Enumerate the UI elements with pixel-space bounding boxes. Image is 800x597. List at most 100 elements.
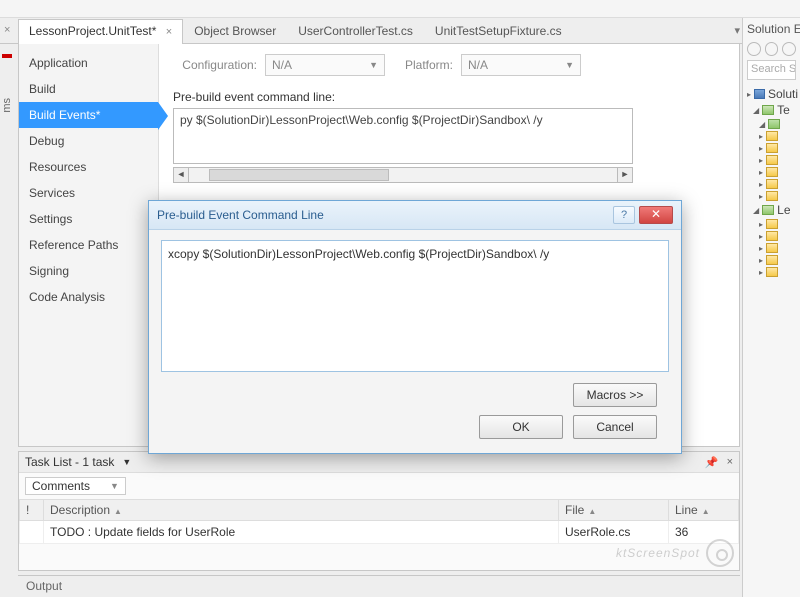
close-icon[interactable]: ×: [727, 456, 733, 468]
ok-button[interactable]: OK: [479, 415, 563, 439]
expand-icon[interactable]: ▸: [759, 232, 763, 241]
prebuild-label: Pre-build event command line:: [173, 90, 725, 104]
sidenav-reference-paths[interactable]: Reference Paths: [19, 232, 158, 258]
toolbar-nav-fwd-icon[interactable]: [765, 42, 779, 56]
solution-explorer-search[interactable]: Search Solu: [747, 60, 796, 80]
expand-icon[interactable]: ▸: [759, 132, 763, 141]
tree-node[interactable]: ◢: [745, 118, 798, 130]
output-panel-header[interactable]: Output: [18, 575, 740, 597]
expand-icon[interactable]: ◢: [759, 120, 765, 129]
configuration-label: Configuration:: [173, 58, 257, 72]
fold-icon: [766, 155, 778, 165]
sidenav-settings[interactable]: Settings: [19, 206, 158, 232]
tree-node[interactable]: ▸: [745, 166, 798, 178]
left-gutter: ms: [0, 44, 14, 447]
expand-icon[interactable]: ▸: [747, 90, 751, 99]
pin-icon[interactable]: 📌: [705, 456, 719, 469]
tree-node[interactable]: ▸: [745, 218, 798, 230]
scroll-track[interactable]: [189, 167, 617, 183]
tab-lessonproject-unittest[interactable]: LessonProject.UnitTest* ×: [18, 19, 183, 43]
tree-node[interactable]: ▸Soluti: [745, 86, 798, 102]
expand-icon[interactable]: ▸: [759, 220, 763, 229]
expand-icon[interactable]: ▸: [759, 192, 763, 201]
tree-node[interactable]: ◢Le: [745, 202, 798, 218]
sidenav-signing[interactable]: Signing: [19, 258, 158, 284]
expand-icon[interactable]: ▸: [759, 144, 763, 153]
toolbar-nav-back-icon[interactable]: [747, 42, 761, 56]
chevron-down-icon[interactable]: ▼: [122, 457, 131, 467]
tree-node[interactable]: ◢Te: [745, 102, 798, 118]
col-file[interactable]: File▲: [559, 500, 669, 521]
tab-object-browser[interactable]: Object Browser: [183, 19, 287, 43]
expand-icon[interactable]: ◢: [753, 206, 759, 215]
expand-icon[interactable]: ◢: [753, 106, 759, 115]
tab-label: UserControllerTest.cs: [298, 24, 413, 38]
close-left-icon[interactable]: ×: [4, 24, 10, 36]
dialog-button-row-2: OK Cancel: [161, 407, 669, 439]
proj-icon: [762, 205, 774, 215]
task-priority-cell: [20, 521, 44, 544]
tabs-overflow-icon[interactable]: ▾: [734, 24, 740, 37]
sidenav-debug[interactable]: Debug: [19, 128, 158, 154]
scroll-right-icon[interactable]: ►: [617, 167, 633, 183]
tree-node[interactable]: ▸: [745, 178, 798, 190]
tab-usercontrollertest[interactable]: UserControllerTest.cs: [287, 19, 424, 43]
col-priority[interactable]: !: [20, 500, 44, 521]
task-file-cell: UserRole.cs: [559, 521, 669, 544]
tab-label: UnitTestSetupFixture.cs: [435, 24, 562, 38]
tree-node[interactable]: ▸: [745, 190, 798, 202]
sidenav-build[interactable]: Build: [19, 76, 158, 102]
properties-sidenav: Application Build Build Events* Debug Re…: [19, 44, 159, 446]
col-description[interactable]: Description▲: [44, 500, 559, 521]
tab-unittestsetupfixture[interactable]: UnitTestSetupFixture.cs: [424, 19, 573, 43]
prebuild-command-textarea[interactable]: [173, 108, 633, 164]
sidenav-application[interactable]: Application: [19, 50, 158, 76]
tree-node[interactable]: ▸: [745, 242, 798, 254]
col-line[interactable]: Line▲: [669, 500, 739, 521]
tree-node[interactable]: ▸: [745, 130, 798, 142]
expand-icon[interactable]: ▸: [759, 244, 763, 253]
left-gutter-text: ms: [1, 98, 13, 113]
macros-button[interactable]: Macros >>: [573, 383, 657, 407]
dialog-command-textarea[interactable]: [161, 240, 669, 372]
cs-icon: [768, 119, 780, 129]
tree-node[interactable]: ▸: [745, 230, 798, 242]
close-icon[interactable]: ×: [166, 26, 172, 38]
toolbar-home-icon[interactable]: [782, 42, 796, 56]
expand-icon[interactable]: ▸: [759, 256, 763, 265]
task-list-filter-value: Comments: [32, 479, 90, 493]
expand-icon[interactable]: ▸: [759, 268, 763, 277]
scroll-left-icon[interactable]: ◄: [173, 167, 189, 183]
task-list-filter-dropdown[interactable]: Comments ▼: [25, 477, 126, 495]
configuration-dropdown[interactable]: N/A ▼: [265, 54, 385, 76]
prebuild-hscrollbar[interactable]: ◄ ►: [173, 167, 633, 183]
sidenav-resources[interactable]: Resources: [19, 154, 158, 180]
solution-explorer-toolbar: [743, 40, 800, 58]
fold-icon: [766, 191, 778, 201]
expand-icon[interactable]: ▸: [759, 180, 763, 189]
chevron-down-icon: ▼: [110, 481, 119, 491]
dialog-body: Macros >> OK Cancel: [149, 230, 681, 449]
tree-node[interactable]: ▸: [745, 154, 798, 166]
sidenav-code-analysis[interactable]: Code Analysis: [19, 284, 158, 310]
chevron-down-icon: ▼: [565, 60, 574, 70]
tree-node[interactable]: ▸: [745, 266, 798, 278]
close-icon[interactable]: ✕: [639, 206, 673, 224]
sidenav-services[interactable]: Services: [19, 180, 158, 206]
task-row[interactable]: TODO : Update fields for UserRole UserRo…: [20, 521, 739, 544]
browser-top-strip: [0, 0, 800, 18]
sidenav-build-events[interactable]: Build Events*: [19, 102, 158, 128]
tree-node[interactable]: ▸: [745, 254, 798, 266]
prebuild-command-dialog: Pre-build Event Command Line ? ✕ Macros …: [148, 200, 682, 454]
expand-icon[interactable]: ▸: [759, 168, 763, 177]
help-icon[interactable]: ?: [613, 206, 635, 224]
cancel-button[interactable]: Cancel: [573, 415, 657, 439]
scroll-thumb[interactable]: [209, 169, 389, 181]
task-list-title: Task List - 1 task: [25, 455, 114, 469]
change-marker: [2, 54, 12, 58]
fold-icon: [766, 131, 778, 141]
expand-icon[interactable]: ▸: [759, 156, 763, 165]
dialog-titlebar[interactable]: Pre-build Event Command Line ? ✕: [149, 201, 681, 230]
tree-node[interactable]: ▸: [745, 142, 798, 154]
platform-dropdown[interactable]: N/A ▼: [461, 54, 581, 76]
